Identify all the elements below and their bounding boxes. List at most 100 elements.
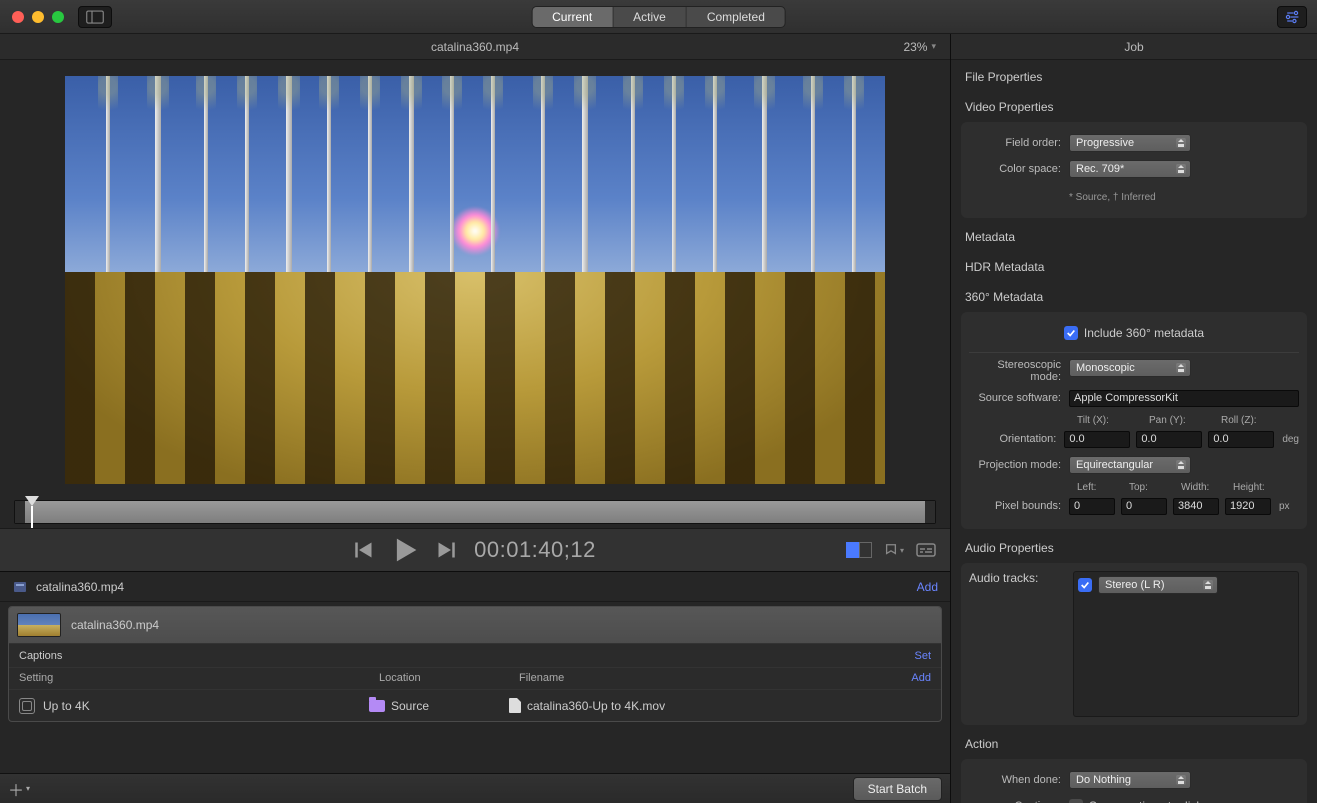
play-button[interactable] xyxy=(392,537,418,563)
col-location: Location xyxy=(369,668,509,689)
tilt-label: Tilt (X): xyxy=(1077,415,1143,426)
marker-button[interactable]: ▾ xyxy=(884,540,904,560)
audio-properties-group: Audio tracks: Stereo (L R) xyxy=(961,563,1307,725)
projection-mode-select[interactable]: Equirectangular xyxy=(1069,456,1191,474)
col-setting: Setting xyxy=(9,668,369,689)
field-order-label: Field order: xyxy=(969,137,1069,149)
output-preset: Up to 4K xyxy=(43,699,90,713)
preview-tools: ▾ xyxy=(846,540,936,560)
minimize-window[interactable] xyxy=(32,11,44,23)
batch-header: catalina360.mp4 Add xyxy=(0,572,950,602)
pan-label: Pan (Y): xyxy=(1149,415,1215,426)
pb-height-label: Height: xyxy=(1233,482,1279,493)
pan-input[interactable]: 0.0 xyxy=(1136,431,1202,448)
color-space-select[interactable]: Rec. 709* xyxy=(1069,160,1191,178)
chevron-down-icon: ▾ xyxy=(26,784,30,793)
preview-header: catalina360.mp4 23% ▾ xyxy=(0,34,950,60)
include-360-checkbox[interactable] xyxy=(1064,326,1078,340)
window-controls xyxy=(12,11,64,23)
tab-current[interactable]: Current xyxy=(532,7,612,27)
batch-area: catalina360.mp4 Add catalina360.mp4 Capt… xyxy=(0,572,950,803)
tilt-input[interactable]: 0.0 xyxy=(1064,431,1130,448)
source-software-input[interactable]: Apple CompressorKit xyxy=(1069,390,1299,407)
output-row[interactable]: Up to 4K Source catalina360-Up to 4K.mov xyxy=(9,689,941,721)
folder-icon xyxy=(369,700,385,712)
toggle-inspector-button[interactable] xyxy=(1277,6,1307,28)
pb-height-input[interactable]: 1920 xyxy=(1225,498,1271,515)
preview-viewport[interactable] xyxy=(0,60,950,490)
job-thumbnail xyxy=(17,613,61,637)
section-action[interactable]: Action xyxy=(951,727,1317,757)
set-captions-button[interactable]: Set xyxy=(914,650,931,662)
pb-left-label: Left: xyxy=(1077,482,1123,493)
action-group: When done: Do Nothing Captions: Save cap… xyxy=(961,759,1307,803)
audio-tracks-list[interactable]: Stereo (L R) xyxy=(1073,571,1299,717)
save-captions-checkbox[interactable] xyxy=(1069,799,1083,803)
timeline-container xyxy=(0,490,950,528)
captions-row: Captions Set xyxy=(9,643,941,667)
output-location: Source xyxy=(391,699,429,713)
start-batch-button[interactable]: Start Batch xyxy=(853,777,942,801)
close-window[interactable] xyxy=(12,11,24,23)
preview-filename: catalina360.mp4 xyxy=(431,40,519,54)
captions-overlay-button[interactable] xyxy=(916,540,936,560)
preset-icon xyxy=(19,698,35,714)
captions-label: Captions xyxy=(19,650,62,662)
audio-track-checkbox[interactable] xyxy=(1078,578,1092,592)
section-metadata[interactable]: Metadata xyxy=(951,220,1317,250)
tab-completed[interactable]: Completed xyxy=(686,7,785,27)
out-point-handle[interactable] xyxy=(925,501,935,523)
compare-view-button[interactable] xyxy=(846,542,872,558)
add-job-button[interactable]: Add xyxy=(917,580,938,594)
timeline[interactable] xyxy=(14,500,936,524)
section-hdr-metadata[interactable]: HDR Metadata xyxy=(951,250,1317,280)
in-point-handle[interactable] xyxy=(15,501,25,523)
timecode-display[interactable]: 00:01:40;12 xyxy=(474,537,596,563)
section-file-properties[interactable]: File Properties xyxy=(951,60,1317,90)
pb-left-input[interactable]: 0 xyxy=(1069,498,1115,515)
roll-label: Roll (Z): xyxy=(1221,415,1287,426)
next-frame-button[interactable] xyxy=(436,540,456,560)
px-unit: px xyxy=(1277,501,1290,512)
job-card[interactable]: catalina360.mp4 Captions Set Setting Loc… xyxy=(8,606,942,722)
tab-active[interactable]: Active xyxy=(612,7,686,27)
zoom-value: 23% xyxy=(903,40,927,54)
audio-track-row[interactable]: Stereo (L R) xyxy=(1078,576,1294,594)
zoom-window[interactable] xyxy=(52,11,64,23)
source-legend: * Source, † Inferred xyxy=(1069,188,1156,203)
chevron-down-icon: ▾ xyxy=(931,41,936,52)
orientation-label: Orientation: xyxy=(969,433,1064,445)
playhead[interactable] xyxy=(25,496,39,508)
audio-track-select[interactable]: Stereo (L R) xyxy=(1098,576,1218,594)
add-output-button[interactable]: Add xyxy=(901,668,941,689)
batch-footer: ＋▾ Start Batch xyxy=(0,773,950,803)
stereo-mode-label: Stereoscopic mode: xyxy=(969,359,1069,383)
left-pane: catalina360.mp4 23% ▾ xyxy=(0,34,951,803)
include-360-label: Include 360° metadata xyxy=(1084,326,1204,340)
inspector-pane: Job File Properties Video Properties Fie… xyxy=(951,34,1317,803)
pixel-bounds-label: Pixel bounds: xyxy=(969,500,1069,512)
prev-frame-button[interactable] xyxy=(354,540,374,560)
section-video-properties[interactable]: Video Properties xyxy=(951,90,1317,120)
360-metadata-group: Include 360° metadata Stereoscopic mode:… xyxy=(961,312,1307,529)
when-done-label: When done: xyxy=(969,774,1069,786)
job-header-row[interactable]: catalina360.mp4 xyxy=(9,607,941,643)
when-done-select[interactable]: Do Nothing xyxy=(1069,771,1191,789)
field-order-select[interactable]: Progressive xyxy=(1069,134,1191,152)
zoom-control[interactable]: 23% ▾ xyxy=(903,40,936,54)
pb-top-label: Top: xyxy=(1129,482,1175,493)
deg-unit: deg xyxy=(1280,434,1299,445)
save-captions-label: Save captions to disk xyxy=(1089,799,1202,803)
output-columns-header: Setting Location Filename Add xyxy=(9,667,941,689)
col-filename: Filename xyxy=(509,668,901,689)
add-menu-button[interactable]: ＋▾ xyxy=(8,777,30,801)
section-audio-properties[interactable]: Audio Properties xyxy=(951,531,1317,561)
section-360-metadata[interactable]: 360° Metadata xyxy=(951,280,1317,310)
job-filename: catalina360.mp4 xyxy=(71,618,159,632)
pb-top-input[interactable]: 0 xyxy=(1121,498,1167,515)
pb-width-input[interactable]: 3840 xyxy=(1173,498,1219,515)
roll-input[interactable]: 0.0 xyxy=(1208,431,1274,448)
audio-tracks-label: Audio tracks: xyxy=(969,571,1069,717)
stereo-mode-select[interactable]: Monoscopic xyxy=(1069,359,1191,377)
toggle-sidebar-button[interactable] xyxy=(78,6,112,28)
